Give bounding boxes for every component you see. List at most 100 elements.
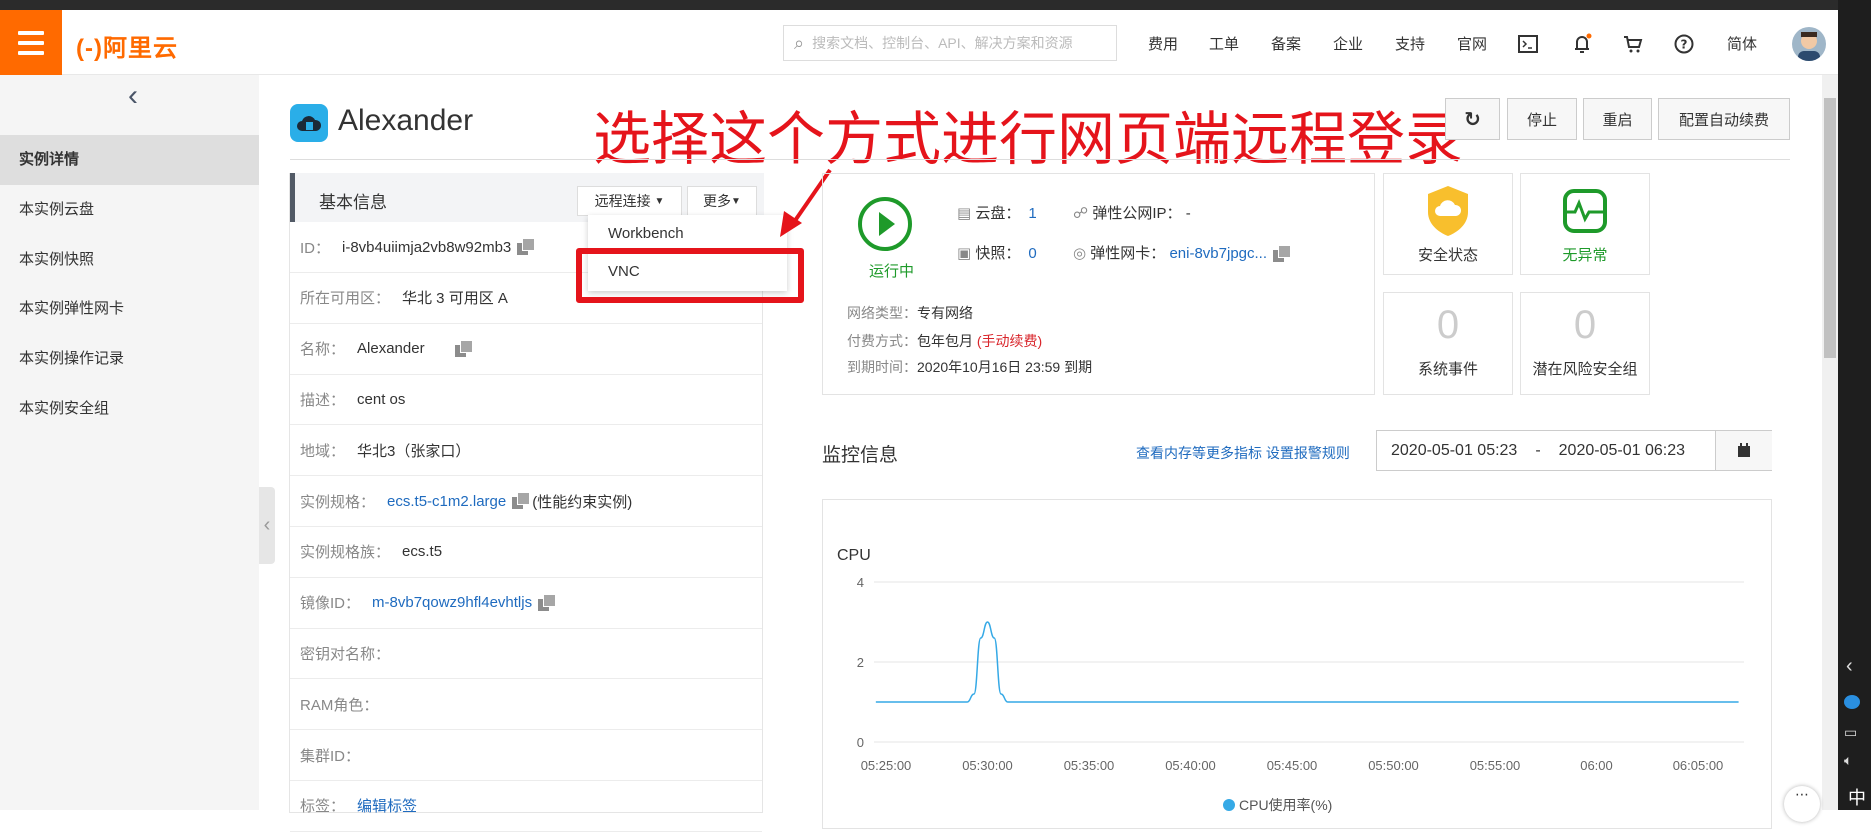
system-events-tile[interactable]: 0 系统事件 [1383, 292, 1513, 395]
network-icon[interactable] [1844, 695, 1860, 709]
disk-label: 云盘： [975, 205, 1021, 222]
caret-down-icon: ▼ [731, 195, 741, 207]
nav-website[interactable]: 官网 [1457, 33, 1487, 54]
x-tick-label: 05:45:00 [1267, 758, 1318, 773]
info-value: i-8vb4uiimja2vb8w92mb3 [342, 238, 512, 256]
date-separator: - [1535, 441, 1541, 459]
eip-value: - [1185, 205, 1191, 222]
sidebar-item-eni[interactable]: 本实例弹性网卡 [0, 284, 259, 334]
disk-link[interactable]: 1 [1028, 205, 1036, 222]
window-top-bar [0, 0, 1871, 10]
health-label: 无异常 [1562, 247, 1608, 264]
y-tick-label: 0 [857, 735, 864, 750]
eip-label: 弹性公网IP： [1092, 205, 1182, 222]
copy-icon[interactable] [538, 594, 556, 611]
bell-icon[interactable] [1569, 31, 1595, 57]
nav-fees[interactable]: 费用 [1148, 33, 1178, 54]
eni-link[interactable]: eni-8vb7jpgc... [1169, 245, 1267, 262]
auto-renew-button[interactable]: 配置自动续费 [1658, 98, 1790, 140]
display-icon[interactable]: ▭ [1844, 724, 1857, 741]
info-row: 集群ID： [290, 730, 762, 781]
language-switch[interactable]: 简体 [1727, 33, 1757, 54]
copy-icon[interactable] [512, 493, 530, 509]
chat-float-button[interactable]: ⋯ [1784, 786, 1820, 822]
sidebar-collapse-handle[interactable]: ‹ [259, 487, 275, 564]
expiry-label: 到期时间： [847, 359, 917, 375]
health-tile[interactable]: 无异常 [1520, 173, 1650, 275]
sidebar-item-disks[interactable]: 本实例云盘 [0, 185, 259, 235]
billing-label: 付费方式： [847, 333, 917, 349]
snapshot-link[interactable]: 0 [1028, 245, 1036, 262]
risk-sg-tile[interactable]: 0 潜在风险安全组 [1520, 292, 1650, 395]
system-tray: ‹ ▭ 🔈︎ 中 [1838, 0, 1871, 810]
info-row: 实例规格： ecs.t5-c1m2.large (性能约束实例) [290, 476, 762, 527]
nav-icp[interactable]: 备案 [1271, 33, 1301, 54]
info-value[interactable]: m-8vb7qowz9hfl4evhtljs [372, 594, 532, 611]
monitor-links: 查看内存等更多指标 设置报警规则 [1136, 443, 1350, 463]
copy-icon[interactable] [517, 239, 535, 255]
end-date[interactable]: 2020-05-01 06:23 [1559, 442, 1685, 460]
start-date[interactable]: 2020-05-01 05:23 [1391, 442, 1517, 460]
menu-icon[interactable] [0, 10, 62, 75]
x-tick-label: 05:25:00 [861, 758, 912, 773]
aliyun-logo[interactable]: (-)阿里云 [76, 28, 178, 63]
status-card: 运行中 ▤ 云盘： 1 ☍ 弹性公网IP： - ▣ 快照： 0 ◎ 弹性网卡： en… [822, 173, 1375, 395]
eip: ☍ 弹性公网IP： - [1073, 202, 1191, 223]
cart-icon[interactable] [1620, 31, 1646, 57]
info-value[interactable]: ecs.t5-c1m2.large [387, 493, 506, 510]
stop-button[interactable]: 停止 [1507, 98, 1577, 140]
info-row: 实例规格族： ecs.t5 [290, 527, 762, 578]
y-tick-label: 4 [857, 575, 864, 590]
security-status-label: 安全状态 [1417, 247, 1478, 264]
network-type-label: 网络类型： [847, 305, 917, 321]
copy-icon[interactable] [1273, 246, 1291, 263]
page-scrollbar[interactable] [1822, 75, 1838, 810]
info-key: 所在可用区： [300, 290, 391, 308]
sidebar-item-instance-details[interactable]: 实例详情 [0, 135, 259, 185]
info-key: 描述： [300, 391, 346, 409]
info-value: 华北3（张家口） [357, 442, 471, 460]
search-placeholder: 搜索文档、控制台、API、解决方案和资源 [812, 35, 1073, 51]
info-key: RAM角色： [300, 696, 379, 714]
input-method-icon[interactable]: 中 [1848, 784, 1866, 810]
nav-enterprise[interactable]: 企业 [1333, 33, 1363, 54]
x-tick-label: 05:50:00 [1368, 758, 1419, 773]
chevron-left-icon[interactable]: ‹ [128, 79, 138, 113]
nav-support[interactable]: 支持 [1395, 33, 1425, 54]
info-value: Alexander [357, 340, 425, 358]
info-value: cent os [357, 390, 406, 408]
date-range-picker[interactable]: 2020-05-01 05:23 - 2020-05-01 06:23 [1376, 430, 1772, 471]
sidebar-item-security-group[interactable]: 本实例安全组 [0, 384, 259, 434]
info-value[interactable]: 编辑标签 [357, 795, 417, 816]
help-icon[interactable]: ? [1671, 31, 1697, 57]
search-input[interactable]: ⌕ 搜索文档、控制台、API、解决方案和资源 [783, 25, 1117, 61]
restart-button[interactable]: 重启 [1583, 98, 1652, 140]
divider [290, 159, 1790, 160]
info-row: 地域： 华北3（张家口） [290, 425, 762, 477]
remote-connect-button[interactable]: 远程连接 ▼ [577, 186, 682, 216]
network-type-value: 专有网络 [917, 305, 973, 321]
scrollbar-thumb[interactable] [1824, 98, 1836, 358]
avatar[interactable] [1792, 27, 1826, 61]
info-key: 实例规格族： [300, 544, 391, 562]
nav-tickets[interactable]: 工单 [1209, 33, 1239, 54]
tray-expand-icon[interactable]: ‹ [1846, 655, 1853, 678]
volume-icon[interactable]: 🔈︎ [1844, 752, 1852, 769]
cpu-chart-card: CPU 0 2 4 05:25:00 05:30:00 05:35:00 05:40:00 05… [822, 499, 1772, 829]
page-title: Alexander [338, 104, 474, 137]
refresh-button[interactable]: ↻ [1445, 98, 1500, 140]
more-metrics-link[interactable]: 查看内存等更多指标 [1136, 445, 1262, 461]
info-key: 地域： [300, 442, 346, 460]
terminal-icon[interactable] [1515, 31, 1541, 57]
sidebar-item-operation-log[interactable]: 本实例操作记录 [0, 334, 259, 384]
calendar-icon[interactable] [1715, 431, 1772, 470]
alarm-rules-link[interactable]: 设置报警规则 [1266, 445, 1350, 461]
security-status-tile[interactable]: 安全状态 [1383, 173, 1513, 275]
info-row: 镜像ID： m-8vb7qowz9hfl4evhtljs [290, 578, 762, 629]
basic-info-title: 基本信息 [319, 193, 387, 212]
info-value: 华北 3 可用区 A [402, 290, 508, 308]
sidebar-item-snapshots[interactable]: 本实例快照 [0, 235, 259, 285]
copy-icon[interactable] [454, 340, 472, 357]
more-button[interactable]: 更多 ▼ [687, 186, 757, 216]
running-status: 运行中 [869, 263, 915, 280]
